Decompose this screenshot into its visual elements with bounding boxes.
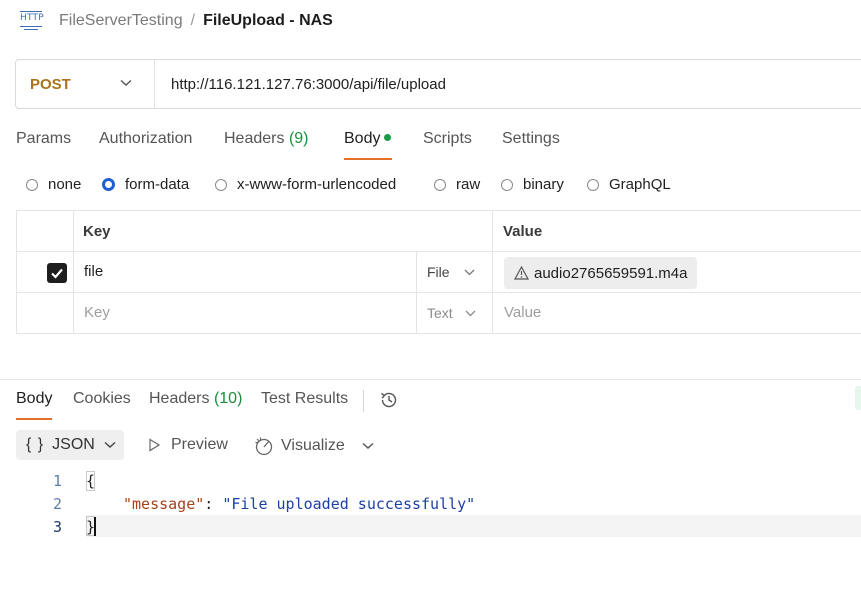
- radio-circle: [215, 178, 227, 191]
- chevron-down-icon: [464, 269, 475, 275]
- tab-body[interactable]: Body: [344, 130, 392, 148]
- file-name: audio2765659591.m4a: [534, 264, 688, 282]
- radio-circle: [434, 178, 446, 191]
- status-indicator: [855, 386, 861, 410]
- history-icon[interactable]: [379, 390, 399, 410]
- response-tab-test-results[interactable]: Test Results: [261, 390, 348, 408]
- current-line-highlight: [86, 515, 861, 537]
- chevron-down-icon[interactable]: [362, 442, 374, 450]
- tab-scripts[interactable]: Scripts: [423, 130, 472, 148]
- response-active-tab-indicator: [16, 418, 52, 420]
- new-row-type-select[interactable]: Text: [427, 305, 476, 321]
- json-key: "message": [123, 495, 205, 513]
- tab-headers[interactable]: Headers (9): [224, 130, 309, 148]
- checkmark-icon: [51, 268, 63, 279]
- method-label: POST: [30, 75, 71, 93]
- preview-button[interactable]: Preview: [147, 436, 228, 454]
- tab-settings[interactable]: Settings: [502, 130, 560, 148]
- radio-none[interactable]: none: [26, 176, 81, 193]
- play-icon: [149, 438, 161, 452]
- visualize-button[interactable]: Visualize: [254, 436, 345, 456]
- column-header-key: Key: [83, 223, 111, 240]
- line-number: 2: [52, 495, 62, 513]
- request-bar: POST http://116.121.127.76:3000/api/file…: [15, 59, 861, 109]
- visualize-icon: [255, 437, 273, 456]
- text-cursor: [94, 517, 96, 536]
- headers-count: (9): [288, 130, 309, 147]
- radio-circle: [501, 178, 513, 191]
- json-string-value: "File uploaded successfully": [222, 495, 476, 513]
- row-key[interactable]: file: [84, 263, 103, 280]
- line-number: 1: [52, 472, 62, 490]
- radio-circle: [26, 178, 38, 191]
- radio-binary[interactable]: binary: [501, 176, 564, 193]
- format-label: JSON: [52, 436, 95, 453]
- page-title[interactable]: FileUpload - NAS: [203, 12, 333, 30]
- response-tab-cookies[interactable]: Cookies: [73, 390, 131, 408]
- format-select[interactable]: { } JSON: [16, 430, 124, 460]
- form-data-table: Key Value file File audio2765659591.m4a …: [16, 210, 861, 334]
- radio-circle-selected: [102, 178, 115, 191]
- json-colon: :: [204, 495, 214, 513]
- warning-icon: [514, 266, 529, 280]
- file-chip[interactable]: audio2765659591.m4a: [504, 257, 698, 289]
- body-active-dot: [384, 134, 392, 142]
- response-tab-headers[interactable]: Headers (10): [149, 390, 242, 408]
- tabs-separator: [363, 390, 364, 412]
- breadcrumb-separator: /: [190, 12, 196, 29]
- new-value-input[interactable]: Value: [504, 304, 541, 321]
- breadcrumb: HTTP FileServerTesting / FileUpload - NA…: [20, 10, 333, 32]
- radio-form-data[interactable]: form-data: [102, 176, 189, 193]
- tab-authorization[interactable]: Authorization: [99, 130, 192, 148]
- open-brace: {: [86, 472, 96, 490]
- response-tab-body[interactable]: Body: [16, 390, 52, 408]
- chevron-down-icon: [104, 441, 116, 448]
- radio-x-www-form-urlencoded[interactable]: x-www-form-urlencoded: [215, 176, 396, 193]
- method-select[interactable]: POST: [16, 60, 155, 108]
- json-line: "message": "File uploaded successfully": [123, 495, 475, 513]
- row-type-select[interactable]: File: [427, 264, 475, 280]
- response-headers-count: (10): [213, 390, 243, 407]
- tab-params[interactable]: Params: [16, 130, 71, 148]
- row-enabled-checkbox[interactable]: [47, 263, 67, 283]
- radio-circle: [587, 178, 599, 191]
- line-number: 3: [52, 518, 62, 536]
- http-icon: HTTP: [20, 11, 44, 31]
- braces-icon: { }: [26, 436, 45, 453]
- active-tab-indicator: [344, 158, 392, 160]
- radio-graphql[interactable]: GraphQL: [587, 176, 671, 193]
- chevron-down-icon: [465, 310, 476, 316]
- url-input[interactable]: http://116.121.127.76:3000/api/file/uplo…: [171, 76, 446, 93]
- chevron-down-icon: [120, 79, 132, 86]
- radio-raw[interactable]: raw: [434, 176, 480, 193]
- response-body-editor[interactable]: 1 2 3 { "message": "File uploaded succes…: [0, 470, 861, 540]
- new-key-input[interactable]: Key: [84, 304, 110, 321]
- pane-divider[interactable]: [0, 379, 861, 380]
- column-header-value: Value: [503, 223, 543, 240]
- breadcrumb-parent[interactable]: FileServerTesting: [59, 12, 183, 30]
